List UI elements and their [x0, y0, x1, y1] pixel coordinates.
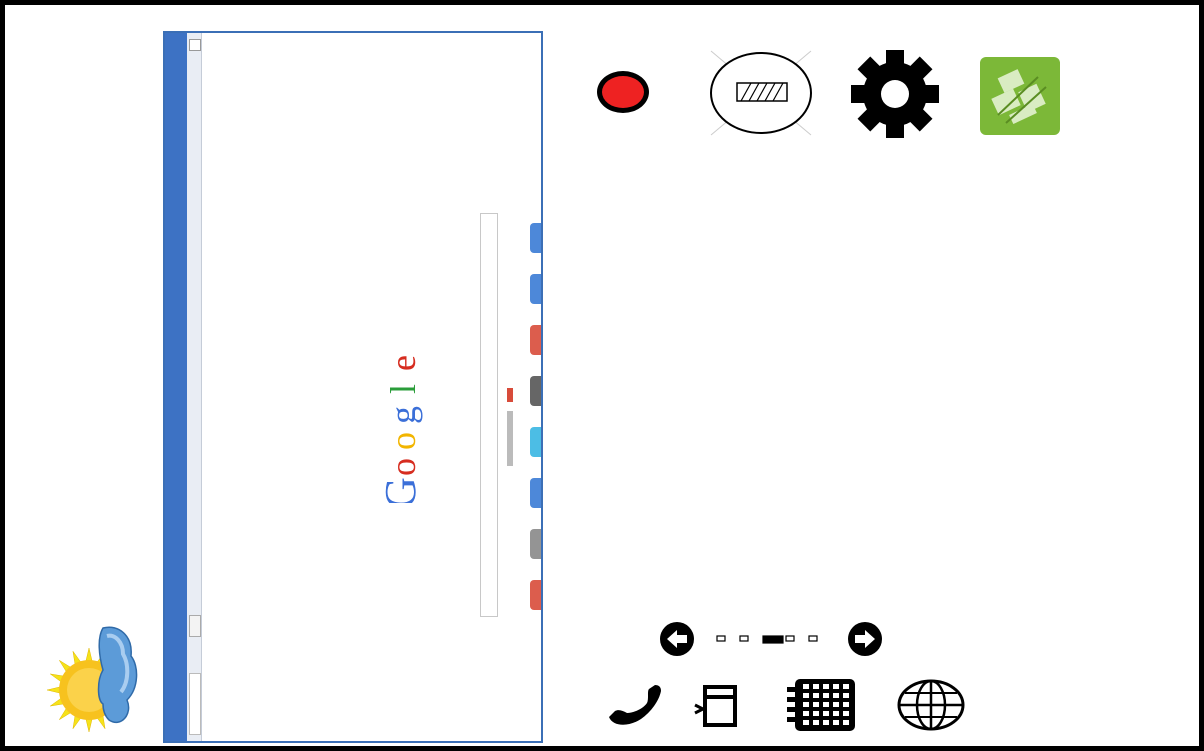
- browser-button[interactable]: [895, 677, 967, 733]
- app-launcher-icon[interactable]: [530, 274, 541, 304]
- app-launcher-icon[interactable]: [530, 478, 541, 508]
- google-logo: Google: [375, 333, 455, 509]
- browser-address-bar[interactable]: [189, 673, 201, 735]
- google-logo-letter: o: [383, 458, 423, 476]
- app-launcher-icon[interactable]: [530, 325, 541, 355]
- app-launcher-icon[interactable]: [530, 580, 541, 610]
- app-launcher-icon[interactable]: [530, 223, 541, 253]
- page-dot: [716, 635, 726, 642]
- google-logo-letter: g: [383, 406, 423, 424]
- record-button[interactable]: [595, 67, 655, 115]
- google-logo-letter: o: [383, 432, 423, 450]
- sun-cloud-icon: [46, 626, 138, 733]
- search-input[interactable]: [480, 213, 498, 617]
- phone-button[interactable]: [603, 681, 665, 729]
- search-link-red[interactable]: [507, 388, 513, 402]
- search-link-gray[interactable]: [507, 411, 513, 466]
- globe-icon: [897, 679, 965, 731]
- google-logo-letter: G: [376, 477, 425, 503]
- calendar-grid-icon: [787, 679, 855, 731]
- next-page-icon: [848, 622, 882, 656]
- record-icon: [602, 76, 644, 108]
- clear-icon: [710, 50, 812, 136]
- page-dot: [785, 635, 795, 642]
- google-logo-letter: e: [383, 355, 423, 371]
- app-launcher-icon[interactable]: [530, 427, 541, 457]
- green-app-button[interactable]: [980, 57, 1060, 135]
- browser-menu-icon[interactable]: [189, 39, 201, 51]
- browser-screenshot-panel[interactable]: Google: [163, 31, 543, 743]
- green-app-icon: [980, 57, 1060, 135]
- page-indicator: [655, 620, 895, 658]
- calendar-button[interactable]: [785, 675, 861, 735]
- page-dot-active: [762, 635, 784, 644]
- page-dot: [739, 635, 749, 642]
- browser-tab-strip: [165, 33, 187, 741]
- window-icon: [694, 685, 737, 727]
- browser-new-tab-button[interactable]: [189, 615, 201, 637]
- app-launcher-icon[interactable]: [530, 529, 541, 559]
- weather-widget[interactable]: [46, 620, 142, 738]
- google-logo-letter: l: [383, 384, 423, 394]
- app-launcher-icon[interactable]: [530, 376, 541, 406]
- previous-page-icon: [660, 622, 694, 656]
- clear-button[interactable]: [705, 45, 817, 141]
- window-button[interactable]: [693, 683, 741, 729]
- settings-button[interactable]: [845, 49, 945, 139]
- gear-icon: [851, 50, 939, 138]
- page-dot: [808, 635, 818, 642]
- desktop-frame: Google: [0, 0, 1204, 751]
- phone-icon: [609, 685, 661, 725]
